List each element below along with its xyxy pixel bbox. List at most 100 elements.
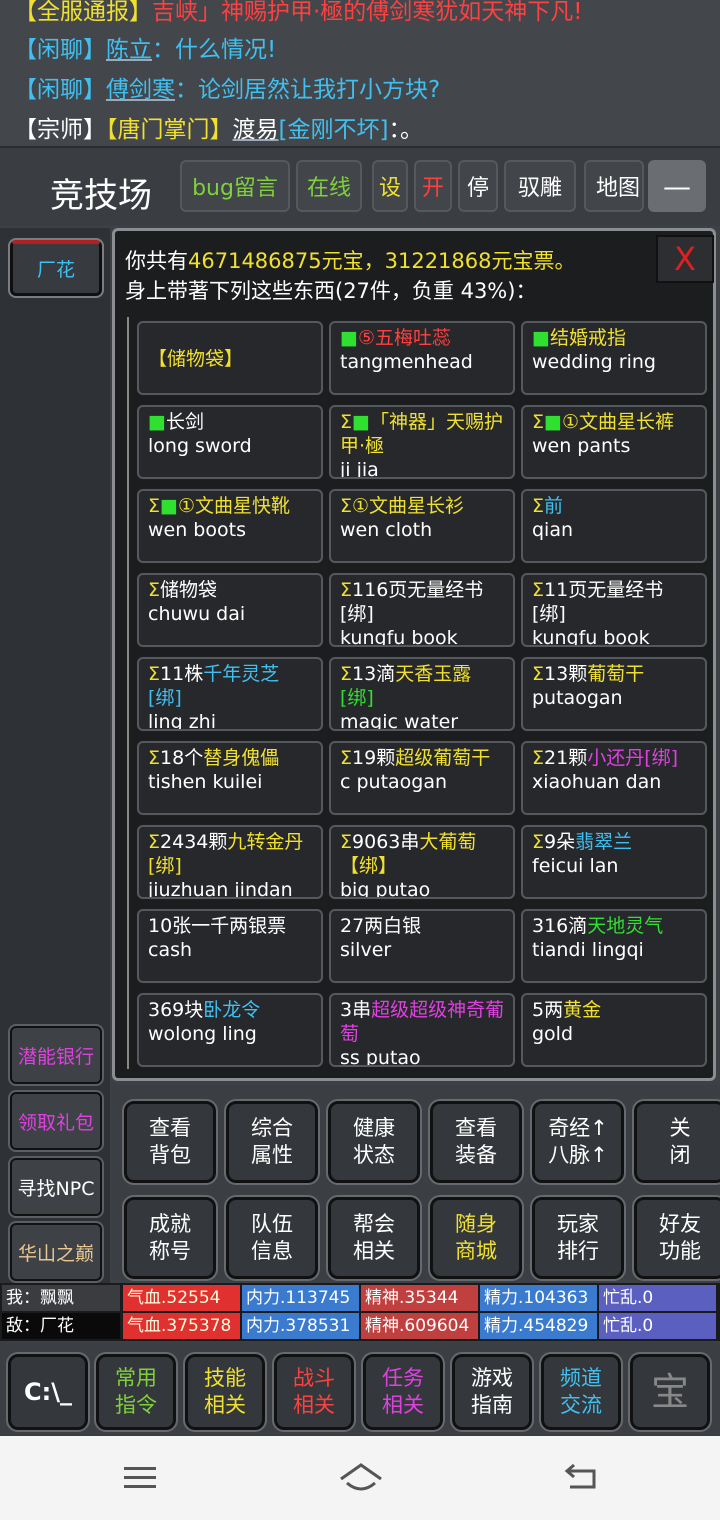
button-label: 队伍 信息 <box>251 1212 293 1263</box>
item-name: Σ9朵翡翠兰 <box>532 830 705 854</box>
enemy-jingli: 精力.454829 <box>480 1313 597 1339</box>
inventory-item[interactable]: Σ19颗超级葡萄干 c putaogan <box>329 741 515 815</box>
skills-button[interactable]: 技能 相关 <box>183 1352 267 1432</box>
enemy-neili: 内力.378531 <box>242 1313 359 1339</box>
sidebar-item-find-npc[interactable]: 寻找NPC <box>8 1156 104 1218</box>
chat-channel: 【宗师】 <box>14 117 106 143</box>
player-neili: 内力.113745 <box>242 1285 359 1311</box>
top-bar: 竞技场 bug留言 在线 设 开 停 驭雕 地图 — <box>0 146 720 226</box>
item-name: Σ13滴天香玉露 <box>340 662 513 686</box>
inventory-item[interactable]: ■结婚戒指 wedding ring <box>521 321 707 395</box>
map-button[interactable]: 地图 <box>584 160 644 212</box>
item-name: 316滴天地灵气 <box>532 914 705 938</box>
item-id: wedding ring <box>532 351 656 373</box>
combat-button[interactable]: 战斗 相关 <box>272 1352 356 1432</box>
guild-button[interactable]: 帮会 相关 <box>326 1195 422 1281</box>
inventory-item[interactable]: ■长剑 long sword <box>137 405 323 479</box>
item-name-part: 翡翠兰 <box>575 831 633 853</box>
item-name-part: 替身傀儡 <box>203 747 280 769</box>
inventory-item[interactable]: Σ13颗葡萄干 putaogan <box>521 657 707 731</box>
menu-icon[interactable] <box>120 1460 160 1496</box>
view-bag-button[interactable]: 查看 背包 <box>122 1099 218 1185</box>
ranking-button[interactable]: 玩家 排行 <box>530 1195 626 1281</box>
inventory-item[interactable]: Σ①文曲星长衫 wen cloth <box>329 489 515 563</box>
health-button[interactable]: 健康 状态 <box>326 1099 422 1185</box>
inventory-item[interactable]: Σ18个替身傀儡 tishen kuilei <box>137 741 323 815</box>
item-name: Σ11株千年灵芝 <box>148 662 321 686</box>
start-button[interactable]: 开 <box>414 160 452 212</box>
item-name: Σ13颗葡萄干 <box>532 662 705 686</box>
chat-player-name[interactable]: 陈立 <box>106 37 152 63</box>
inventory-item[interactable]: Σ13滴天香玉露 [绑] magic water <box>329 657 515 731</box>
inventory-item[interactable]: Σ前 qian <box>521 489 707 563</box>
inventory-item[interactable]: 10张一千两银票 cash <box>137 909 323 983</box>
inventory-item[interactable]: 27两白银 silver <box>329 909 515 983</box>
close-button[interactable]: X <box>656 235 714 283</box>
inventory-item[interactable]: 5两黄金 gold <box>521 993 707 1067</box>
item-id: wolong ling <box>148 1023 257 1045</box>
inventory-item[interactable]: Σ9朵翡翠兰 feicui lan <box>521 825 707 899</box>
inventory-item[interactable]: Σ11株千年灵芝 [绑] ling zhi <box>137 657 323 731</box>
inventory-item[interactable]: ■⑤五梅吐蕊 tangmenhead <box>329 321 515 395</box>
inventory-item[interactable]: Σ储物袋 chuwu dai <box>137 573 323 647</box>
item-name-part: 19颗 <box>352 747 396 769</box>
bug-report-button[interactable]: bug留言 <box>180 160 290 212</box>
shop-button[interactable]: 随身 商城 <box>428 1195 524 1281</box>
target-button[interactable]: 厂花 <box>8 238 104 298</box>
item-id: big putao <box>340 879 431 899</box>
attributes-button[interactable]: 综合 属性 <box>224 1099 320 1185</box>
back-icon[interactable] <box>560 1460 600 1496</box>
minimize-button[interactable]: — <box>648 160 706 212</box>
home-icon[interactable] <box>338 1460 384 1496</box>
settings-button[interactable]: 设 <box>372 160 408 212</box>
inventory-item[interactable]: Σ9063串大葡萄 【绑】 big putao <box>329 825 515 899</box>
console-button[interactable]: C:\_ <box>6 1352 90 1432</box>
item-name-part: Σ <box>148 579 161 601</box>
item-name-part: 369块 <box>148 999 204 1021</box>
item-name-part: 【储物袋】 <box>148 348 244 370</box>
chat-line: 【闲聊】陈立：什么情况! <box>14 30 276 64</box>
close-actions-button[interactable]: 关 闭 <box>632 1099 720 1185</box>
item-name: Σ19颗超级葡萄干 <box>340 746 513 770</box>
item-name: ■⑤五梅吐蕊 <box>340 326 513 350</box>
item-name-part: Σ <box>148 831 161 853</box>
chat-player-name[interactable]: 渡易 <box>233 117 279 143</box>
inventory-item[interactable]: Σ11页无量经书 [绑] kungfu book <box>521 573 707 647</box>
game-guide-button[interactable]: 游戏 指南 <box>450 1352 534 1432</box>
sidebar-item-potential-bank[interactable]: 潜能银行 <box>8 1024 104 1086</box>
item-name-part: Σ <box>532 495 545 517</box>
online-button[interactable]: 在线 <box>296 160 362 212</box>
item-name: Σ11页无量经书 <box>532 578 705 602</box>
stop-button[interactable]: 停 <box>458 160 498 212</box>
chat-player-name[interactable]: 傅剑寒 <box>106 77 175 103</box>
friends-button[interactable]: 好友 功能 <box>632 1195 720 1281</box>
inventory-item[interactable]: 369块卧龙令 wolong ling <box>137 993 323 1067</box>
item-name: 10张一千两银票 <box>148 914 321 938</box>
quests-button[interactable]: 任务 相关 <box>361 1352 445 1432</box>
item-name: 369块卧龙令 <box>148 998 321 1022</box>
eagle-ride-button[interactable]: 驭雕 <box>504 160 576 212</box>
inventory-item[interactable]: 【储物袋】 <box>137 321 323 395</box>
item-name-part: 9063串 <box>352 831 420 853</box>
inventory-item[interactable]: Σ21颗小还丹[绑] xiaohuan dan <box>521 741 707 815</box>
inventory-item[interactable]: Σ116页无量经书 [绑] kungfu book <box>329 573 515 647</box>
item-name-part: 千年灵芝 <box>203 663 280 685</box>
inventory-item[interactable]: 316滴天地灵气 tiandi lingqi <box>521 909 707 983</box>
team-button[interactable]: 队伍 信息 <box>224 1195 320 1281</box>
channels-button[interactable]: 频道 交流 <box>539 1352 623 1432</box>
inventory-item[interactable]: Σ■①文曲星长裤 wen pants <box>521 405 707 479</box>
equipment-button[interactable]: 查看 装备 <box>428 1099 524 1185</box>
meridians-button[interactable]: 奇经↑ 八脉↑ <box>530 1099 626 1185</box>
inventory-item[interactable]: Σ2434颗九转金丹 [绑] jiuzhuan jindan <box>137 825 323 899</box>
item-id: qian <box>532 519 574 541</box>
sidebar-item-gift[interactable]: 领取礼包 <box>8 1090 104 1152</box>
treasure-button[interactable]: 宝 <box>628 1352 712 1432</box>
inventory-item[interactable]: 3串超级超级神奇葡萄 ss putao <box>329 993 515 1067</box>
inventory-item[interactable]: Σ■「神器」天赐护甲·極 ji jia <box>329 405 515 479</box>
common-commands-button[interactable]: 常用 指令 <box>94 1352 178 1432</box>
sidebar-item-huashan[interactable]: 华山之巅 <box>8 1221 104 1283</box>
inventory-item[interactable]: Σ■①文曲星快靴 wen boots <box>137 489 323 563</box>
achievements-button[interactable]: 成就 称号 <box>122 1195 218 1281</box>
item-name-part: Σ <box>340 663 353 685</box>
item-name-part: Σ <box>148 495 161 517</box>
